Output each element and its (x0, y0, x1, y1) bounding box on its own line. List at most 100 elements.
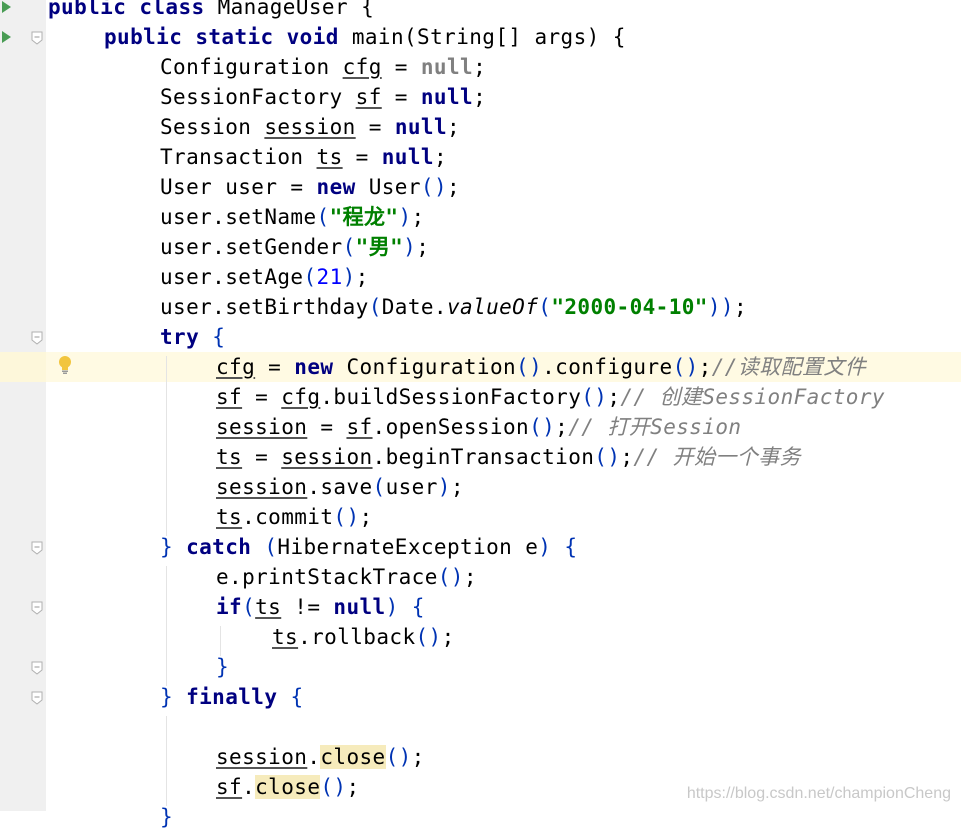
fold-marker-icon[interactable] (31, 660, 43, 675)
gutter-cell[interactable] (0, 382, 46, 412)
code-token: null (420, 55, 474, 79)
gutter-cell[interactable] (0, 742, 46, 772)
code-line[interactable]: Configuration cfg = null; (0, 52, 961, 82)
code-line[interactable]: user.setName("程龙"); (0, 202, 961, 232)
code-line[interactable]: session.close(); (0, 742, 961, 772)
code-text[interactable]: sf.close(); (216, 772, 360, 802)
code-text[interactable]: } (216, 652, 229, 682)
code-text[interactable]: cfg = new Configuration().configure();//… (216, 352, 866, 382)
code-text[interactable]: public class ManageUser { (48, 0, 374, 22)
code-text[interactable]: if(ts != null) { (216, 592, 425, 622)
gutter-cell[interactable] (0, 112, 46, 142)
code-text[interactable]: public static void main(String[] args) { (104, 22, 626, 52)
code-text[interactable]: e.printStackTrace(); (216, 562, 477, 592)
code-text[interactable]: ts = session.beginTransaction();// 开始一个事… (216, 442, 801, 472)
code-line[interactable]: e.printStackTrace(); (0, 562, 961, 592)
code-line[interactable]: Session session = null; (0, 112, 961, 142)
code-text[interactable]: session.close(); (216, 742, 425, 772)
code-text[interactable]: ts.commit(); (216, 502, 373, 532)
intention-bulb-icon[interactable] (57, 355, 73, 375)
run-gutter-icon[interactable] (2, 31, 11, 43)
code-line[interactable]: } finally { (0, 682, 961, 712)
code-token: valueOf (446, 295, 539, 319)
code-line[interactable]: SessionFactory sf = null; (0, 82, 961, 112)
code-token: = (255, 355, 295, 379)
fold-marker-icon[interactable] (31, 690, 43, 705)
code-editor[interactable]: public class ManageUser {public static v… (0, 0, 961, 829)
code-text[interactable]: } catch (HibernateException e) { (160, 532, 577, 562)
gutter-cell[interactable] (0, 292, 46, 322)
gutter-cell[interactable] (0, 412, 46, 442)
code-token: try (160, 325, 213, 349)
gutter-cell[interactable] (0, 442, 46, 472)
code-text[interactable]: } finally { (160, 682, 304, 712)
fold-marker-icon[interactable] (31, 600, 43, 615)
code-text[interactable]: user.setAge(21); (160, 262, 369, 292)
gutter-cell[interactable] (0, 802, 46, 832)
gutter-cell[interactable] (0, 202, 46, 232)
gutter-cell[interactable] (0, 232, 46, 262)
code-text[interactable]: session = sf.openSession();// 打开Session (216, 412, 741, 442)
code-token: ; (620, 445, 634, 469)
code-line[interactable]: sf = cfg.buildSessionFactory();// 创建Sess… (0, 382, 961, 412)
gutter-cell[interactable] (0, 52, 46, 82)
code-token: Configuration (160, 55, 343, 79)
gutter-cell[interactable] (0, 772, 46, 802)
gutter-cell[interactable] (0, 472, 46, 502)
code-text[interactable]: session.save(user); (216, 472, 464, 502)
gutter-cell[interactable] (0, 352, 46, 382)
gutter-cell[interactable] (0, 262, 46, 292)
code-text[interactable]: User user = new User(); (160, 172, 460, 202)
fold-marker-icon[interactable] (31, 330, 43, 345)
code-line[interactable]: try { (0, 322, 961, 352)
code-line[interactable]: Transaction ts = null; (0, 142, 961, 172)
code-token: ts (316, 145, 343, 169)
code-token: Session (160, 115, 265, 139)
code-text[interactable]: ts.rollback(); (272, 622, 455, 652)
code-text[interactable]: Session session = null; (160, 112, 460, 142)
code-line[interactable]: ts.commit(); (0, 502, 961, 532)
code-line[interactable]: ts = session.beginTransaction();// 开始一个事… (0, 442, 961, 472)
code-token: ( (242, 595, 256, 619)
code-text[interactable]: } (160, 802, 173, 832)
gutter-cell[interactable] (0, 172, 46, 202)
code-text[interactable]: user.setName("程龙"); (160, 202, 425, 232)
fold-marker-icon[interactable] (31, 30, 43, 45)
gutter-cell[interactable] (0, 712, 46, 742)
code-line[interactable]: User user = new User(); (0, 172, 961, 202)
code-text[interactable]: user.setBirthday(Date.valueOf("2000-04-1… (160, 292, 747, 322)
run-gutter-icon[interactable] (2, 1, 11, 13)
code-line[interactable]: } catch (HibernateException e) { (0, 532, 961, 562)
code-line[interactable]: } (0, 652, 961, 682)
code-line[interactable]: user.setAge(21); (0, 262, 961, 292)
code-token: session (216, 745, 308, 769)
gutter-cell[interactable] (0, 142, 46, 172)
code-token: .commit (242, 505, 334, 529)
code-line[interactable]: } (0, 802, 961, 832)
gutter-cell[interactable] (0, 622, 46, 652)
code-line[interactable]: ts.rollback(); (0, 622, 961, 652)
gutter-cell[interactable] (0, 502, 46, 532)
code-token: "男" (355, 235, 404, 259)
code-text[interactable]: user.setGender("男"); (160, 232, 429, 262)
code-line[interactable]: public static void main(String[] args) { (0, 22, 961, 52)
gutter-cell[interactable] (0, 82, 46, 112)
code-line[interactable]: public class ManageUser { (0, 0, 961, 22)
code-text[interactable]: SessionFactory sf = null; (160, 82, 486, 112)
code-text[interactable]: try { (160, 322, 225, 352)
code-line[interactable]: session = sf.openSession();// 打开Session (0, 412, 961, 442)
code-text[interactable]: Configuration cfg = null; (160, 52, 486, 82)
code-token: ; (473, 55, 487, 79)
gutter-cell[interactable] (0, 562, 46, 592)
code-line[interactable]: session.save(user); (0, 472, 961, 502)
code-line[interactable]: if(ts != null) { (0, 592, 961, 622)
code-token: ) (403, 235, 417, 259)
code-token: ( (316, 205, 330, 229)
code-line[interactable]: user.setBirthday(Date.valueOf("2000-04-1… (0, 292, 961, 322)
fold-marker-icon[interactable] (31, 540, 43, 555)
code-line[interactable] (0, 712, 961, 742)
code-text[interactable]: Transaction ts = null; (160, 142, 447, 172)
code-text[interactable]: sf = cfg.buildSessionFactory();// 创建Sess… (216, 382, 885, 412)
code-line[interactable]: cfg = new Configuration().configure();//… (0, 352, 961, 382)
code-line[interactable]: user.setGender("男"); (0, 232, 961, 262)
